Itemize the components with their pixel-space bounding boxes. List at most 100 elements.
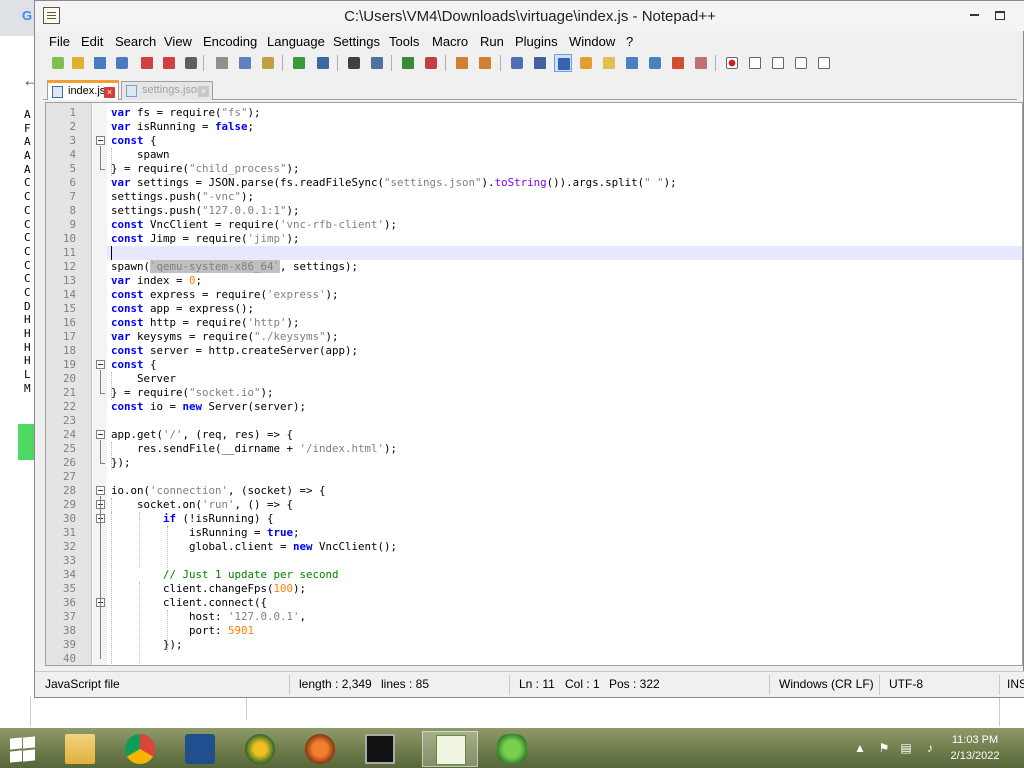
- fold-toggle-icon[interactable]: [96, 430, 105, 439]
- code-line[interactable]: if (!isRunning) {: [107, 512, 1022, 526]
- volume-muted-icon[interactable]: ♪: [923, 741, 937, 755]
- folder-workspace-button[interactable]: [669, 54, 687, 72]
- zoom-out-button[interactable]: [422, 54, 440, 72]
- code-line[interactable]: io.on('connection', (socket) => {: [107, 484, 1022, 498]
- copy-button[interactable]: [236, 54, 254, 72]
- code-line[interactable]: port: 5901: [107, 624, 1022, 638]
- code-line[interactable]: res.sendFile(__dirname + '/index.html');: [107, 442, 1022, 456]
- code-line[interactable]: socket.on('run', () => {: [107, 498, 1022, 512]
- code-line[interactable]: const app = express();: [107, 302, 1022, 316]
- code-line[interactable]: isRunning = true;: [107, 526, 1022, 540]
- code-line[interactable]: var isRunning = false;: [107, 120, 1022, 134]
- title-bar[interactable]: C:\Users\VM4\Downloads\virtuage\index.js…: [35, 1, 1024, 31]
- print-button[interactable]: [182, 54, 200, 72]
- status-encoding[interactable]: UTF-8: [883, 672, 923, 698]
- start-button[interactable]: [8, 735, 38, 763]
- tab-settings-json[interactable]: settings.json ×: [121, 81, 213, 100]
- code-line[interactable]: global.client = new VncClient();: [107, 540, 1022, 554]
- run-macro-multiple-button[interactable]: [792, 54, 810, 72]
- save-macro-button[interactable]: [815, 54, 833, 72]
- fold-toggle-icon[interactable]: [96, 136, 105, 145]
- code-line[interactable]: } = require("socket.io");: [107, 386, 1022, 400]
- show-all-chars-button[interactable]: [531, 54, 549, 72]
- undo-button[interactable]: [290, 54, 308, 72]
- code-line[interactable]: [107, 414, 1022, 428]
- status-eol[interactable]: Windows (CR LF): [773, 672, 874, 698]
- function-list-button[interactable]: [646, 54, 664, 72]
- menu-run[interactable]: Run: [480, 34, 504, 49]
- menu-language[interactable]: Language: [267, 34, 325, 49]
- taskbar-chrome-button[interactable]: [112, 731, 168, 767]
- fold-toggle-icon[interactable]: [96, 360, 105, 369]
- menu-file[interactable]: File: [49, 34, 70, 49]
- replace-button[interactable]: [368, 54, 386, 72]
- code-editor[interactable]: 1 2 3 4 5 6 7 8 9 10 11 12 13 14 15 16 17 18 19 20 21 22 23 24 2…: [45, 102, 1023, 666]
- code-line[interactable]: const {: [107, 358, 1022, 372]
- find-button[interactable]: [345, 54, 363, 72]
- code-line[interactable]: const io = new Server(server);: [107, 400, 1022, 414]
- minimize-button[interactable]: [961, 4, 987, 24]
- code-line[interactable]: [107, 470, 1022, 484]
- fold-margin[interactable]: [93, 103, 107, 665]
- code-line[interactable]: [107, 554, 1022, 568]
- menu-plugins[interactable]: Plugins: [515, 34, 558, 49]
- save-button[interactable]: [91, 54, 109, 72]
- code-line[interactable]: const VncClient = require('vnc-rfb-clien…: [107, 218, 1022, 232]
- code-line[interactable]: const express = require('express');: [107, 288, 1022, 302]
- code-line[interactable]: const Jimp = require('jimp');: [107, 232, 1022, 246]
- taskbar-command-prompt-button[interactable]: [352, 731, 408, 767]
- code-line[interactable]: const http = require('http');: [107, 316, 1022, 330]
- sync-horizontal-button[interactable]: [476, 54, 494, 72]
- menu-search[interactable]: Search: [115, 34, 156, 49]
- code-line[interactable]: spawn: [107, 148, 1022, 162]
- code-line[interactable]: Server: [107, 372, 1022, 386]
- taskbar-app-frog-button[interactable]: [484, 731, 540, 767]
- menu-view[interactable]: View: [164, 34, 192, 49]
- code-line[interactable]: var settings = JSON.parse(fs.readFileSyn…: [107, 176, 1022, 190]
- close-tab-icon[interactable]: ×: [104, 87, 115, 98]
- user-language-button[interactable]: [577, 54, 595, 72]
- menu-help[interactable]: ?: [626, 34, 633, 49]
- stop-macro-button[interactable]: [746, 54, 764, 72]
- action-center-flag-icon[interactable]: ⚑: [877, 741, 891, 755]
- doc-list-button[interactable]: [623, 54, 641, 72]
- menu-macro[interactable]: Macro: [432, 34, 468, 49]
- show-hidden-icons-icon[interactable]: ▲: [853, 741, 867, 755]
- taskbar-notepad-plus-plus-button[interactable]: [422, 731, 478, 767]
- code-line[interactable]: var fs = require("fs");: [107, 106, 1022, 120]
- menu-tools[interactable]: Tools: [389, 34, 419, 49]
- code-line[interactable]: settings.push("127.0.0.1:1");: [107, 204, 1022, 218]
- save-all-button[interactable]: [113, 54, 131, 72]
- menu-settings[interactable]: Settings: [333, 34, 380, 49]
- tab-index-js[interactable]: index.js ×: [47, 80, 119, 100]
- indent-guide-button[interactable]: [554, 54, 572, 72]
- code-line[interactable]: client.connect({: [107, 596, 1022, 610]
- code-text-area[interactable]: var fs = require("fs"); var isRunning = f…: [107, 103, 1022, 665]
- close-all-button[interactable]: [160, 54, 178, 72]
- play-macro-button[interactable]: [769, 54, 787, 72]
- sync-vertical-button[interactable]: [453, 54, 471, 72]
- code-line[interactable]: client.changeFps(100);: [107, 582, 1022, 596]
- cut-button[interactable]: [213, 54, 231, 72]
- menu-edit[interactable]: Edit: [81, 34, 103, 49]
- open-file-button[interactable]: [69, 54, 87, 72]
- maximize-button[interactable]: [987, 4, 1013, 24]
- code-line[interactable]: settings.push("-vnc");: [107, 190, 1022, 204]
- fold-toggle-icon[interactable]: [96, 486, 105, 495]
- code-line[interactable]: [107, 652, 1022, 665]
- code-line[interactable]: host: '127.0.0.1',: [107, 610, 1022, 624]
- network-icon[interactable]: ▤: [899, 741, 913, 755]
- taskbar-file-explorer-button[interactable]: [52, 731, 108, 767]
- new-file-button[interactable]: [49, 54, 67, 72]
- code-line[interactable]: });: [107, 456, 1022, 470]
- taskbar-app-bird-button[interactable]: [172, 731, 228, 767]
- record-macro-button[interactable]: [723, 54, 741, 72]
- zoom-in-button[interactable]: [399, 54, 417, 72]
- clock-date[interactable]: 2/13/2022: [945, 750, 1005, 762]
- doc-map-button[interactable]: [600, 54, 618, 72]
- clock-time[interactable]: 11:03 PM: [945, 734, 1005, 746]
- close-tab-icon[interactable]: ×: [198, 86, 209, 97]
- taskbar-app-globe-button[interactable]: [232, 731, 288, 767]
- code-line[interactable]: var keysyms = require("./keysyms");: [107, 330, 1022, 344]
- menu-window[interactable]: Window: [569, 34, 615, 49]
